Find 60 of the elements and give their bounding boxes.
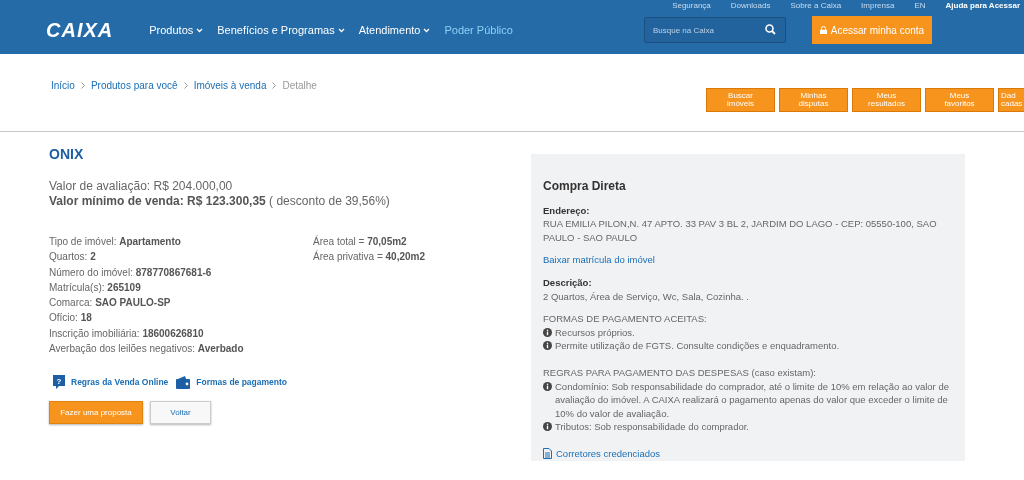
nav-menu-item[interactable]: Atendimento — [358, 24, 431, 36]
download-link[interactable]: Baixar matrícula do imóvel — [543, 254, 655, 266]
field-value: RUA EMILIA PILON,N. 47 APTO. 33 PAV 3 BL 2, JARDIM DO LAGO - CEP: 05550-100, SAO PAULO - SAO PAULO — [543, 217, 938, 245]
chevron-icon — [80, 82, 85, 89]
breadcrumb-current: Detalhe — [282, 80, 317, 91]
utility-link[interactable]: Downloads — [730, 1, 771, 11]
info-icon — [543, 422, 552, 432]
breadcrumb-link[interactable]: Produtos para você — [90, 80, 178, 91]
brokers-link[interactable]: Corretores credenciados — [543, 446, 661, 461]
utility-link[interactable]: Ajuda para Acessar — [945, 1, 1020, 11]
breadcrumb-link[interactable]: Início — [51, 80, 75, 91]
help-link[interactable]: Formas de pagamento — [176, 375, 287, 389]
detail-text: Ofício: 18 — [49, 311, 93, 326]
detail-text: Número do imóvel: 878770867681-6 — [49, 265, 213, 280]
nav-menu-item[interactable]: Poder Público — [444, 24, 513, 36]
section-heading: REGRAS PARA PAGAMENTO DAS DESPESAS (caso existam): — [543, 365, 817, 380]
help-link[interactable]: ? Regras da Venda Online — [53, 375, 169, 390]
detail-text: Comarca: SAO PAULO-SP — [49, 296, 172, 311]
detail-text: Averbação dos leilões negativos: Averbado — [49, 342, 245, 357]
info-icon — [543, 327, 552, 337]
utility-link[interactable]: EN — [914, 1, 926, 11]
nav-menu-item[interactable]: Benefícios e Programas — [217, 24, 345, 36]
chevron-icon — [272, 82, 277, 89]
detail-text: Área privativa = 40,20m2 — [313, 249, 427, 265]
detail-text: Inscrição imobiliária: 18600626810 — [49, 326, 205, 341]
question-bubble-icon: ? — [53, 375, 65, 390]
wallet-icon — [176, 375, 191, 389]
breadcrumb-link[interactable]: Imóveis à venda — [193, 80, 267, 91]
caixa-logo[interactable]: CAIXA — [46, 18, 114, 42]
info-text: Recursos próprios. — [555, 325, 636, 340]
detail-text: Área total = 70,05m2 — [313, 234, 408, 249]
back-button[interactable]: Voltar — [150, 401, 211, 425]
property-title: ONIX — [49, 146, 85, 162]
utility-link[interactable]: Sobre a Caixa — [790, 1, 842, 11]
caret-icon — [423, 27, 431, 33]
utility-link[interactable]: Segurança — [672, 1, 711, 11]
section-heading: FORMAS DE PAGAMENTO ACEITAS: — [543, 312, 708, 326]
valuation-text: Valor de avaliação: R$ 204.000,00 — [49, 179, 234, 194]
info-text: Tributos: Sob responsabilidade do comprador. — [555, 420, 750, 434]
detail-text: Matrícula(s): 265109 — [49, 280, 142, 295]
chevron-icon — [183, 82, 188, 89]
panel-title: Compra Direta — [543, 180, 627, 194]
field-value: 2 Quartos, Área de Serviço, Wc, Sala, Cozinha. . — [543, 289, 750, 304]
nav-menu-item[interactable]: Produtos — [149, 24, 204, 36]
info-text: Permite utilização de FGTS. Consulte condições e enquadramento. — [555, 339, 841, 353]
detail-text: Tipo de imóvel: Apartamento — [49, 235, 182, 249]
lock-icon — [819, 26, 827, 34]
detail-text: Quartos: 2 — [49, 250, 97, 265]
field-label: Endereço: — [543, 203, 591, 218]
info-text: Condomínio: Sob responsabilidade do comprador, até o limite de 10% em relação ao valor de avaliação do imóvel. A CAIXA realizará o pagamento apenas do valor que exceder o limite de 10% do valor de avaliação. — [555, 379, 950, 421]
info-icon — [543, 381, 552, 391]
minimum-price-text: Valor mínimo de venda: R$ 123.300,35 ( desconto de 39,56%) — [49, 194, 391, 209]
caret-icon — [337, 27, 345, 33]
field-label: Descrição: — [543, 275, 593, 290]
search-icon[interactable] — [765, 24, 776, 35]
info-icon — [543, 341, 552, 351]
utility-link[interactable]: Imprensa — [861, 1, 895, 11]
caret-icon — [196, 27, 204, 33]
search-field[interactable]: Busque na Caixa — [644, 17, 786, 43]
document-icon — [543, 448, 552, 460]
